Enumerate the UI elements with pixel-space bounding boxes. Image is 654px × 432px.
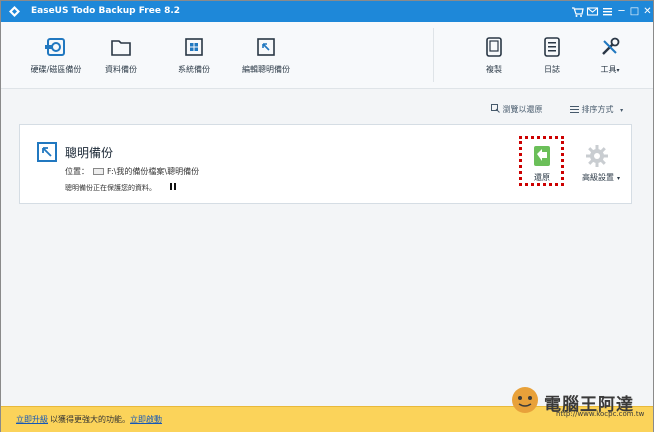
restore-icon[interactable] (530, 144, 554, 168)
toolbar-edit-smart-backup[interactable]: 編輯聰明備份 (236, 36, 296, 75)
chevron-down-icon: ▾ (617, 175, 621, 182)
windows-system-icon (185, 38, 203, 56)
disk-partition-backup-icon (45, 38, 65, 56)
upgrade-text: 以獲得更強大的功能。 (50, 415, 130, 424)
toolbar-label: 硬碟/磁區備份 (30, 65, 82, 74)
watermark-url: http://www.kocpc.com.tw (556, 410, 645, 418)
title-bar: EaseUS Todo Backup Free 8.2 ─ □ ✕ (1, 1, 653, 22)
menu-icon[interactable] (601, 5, 614, 18)
toolbar-tools[interactable]: 工具▾ (593, 36, 627, 75)
watermark-mascot-icon (512, 387, 538, 413)
activate-now-link[interactable]: 立即啟動 (130, 414, 162, 425)
sort-icon (570, 106, 579, 113)
toolbar-label: 工具▾ (600, 65, 620, 74)
toolbar-system-backup[interactable]: 系統備份 (169, 36, 219, 75)
cart-icon[interactable] (571, 5, 584, 18)
maximize-button[interactable]: □ (628, 5, 641, 18)
location-path: F:\我的備份檔案\聰明備份 (107, 167, 200, 176)
sort-label: 排序方式 (581, 105, 614, 114)
toolbar-data-backup[interactable]: 資料備份 (96, 36, 146, 75)
browse-to-restore-button[interactable]: 瀏覽以還原 (491, 104, 543, 115)
clone-icon (486, 37, 502, 57)
log-icon (544, 37, 560, 57)
backup-task-name: 聰明備份 (65, 146, 114, 160)
smart-backup-task-icon (37, 142, 57, 162)
upgrade-now-link[interactable]: 立即升級 (16, 414, 48, 425)
envelope-icon[interactable] (586, 5, 599, 18)
toolbar-label: 系統備份 (178, 65, 210, 74)
advanced-settings-button[interactable]: 高級設置 ▾ (582, 172, 620, 183)
toolbar-clone[interactable]: 複製 (477, 36, 511, 75)
toolbar-disk-partition-backup[interactable]: 硬碟/磁區備份 (21, 36, 91, 75)
backup-status-text: 聰明備份正在保護您的資料。 (65, 184, 156, 192)
main-toolbar: 硬碟/磁區備份 資料備份 系統備份 編輯聰明備份 複製 日誌 工具▾ (1, 22, 653, 89)
toolbar-divider (433, 28, 434, 82)
toolbar-label: 資料備份 (105, 65, 137, 74)
browse-label: 瀏覽以還原 (502, 105, 543, 114)
toolbar-label: 編輯聰明備份 (242, 65, 290, 74)
drive-icon (93, 168, 104, 175)
close-button[interactable]: ✕ (641, 5, 654, 18)
tools-icon (602, 37, 620, 55)
browse-icon (491, 104, 500, 113)
location-label: 位置： (65, 167, 89, 176)
folder-icon (111, 40, 131, 56)
window-title: EaseUS Todo Backup Free 8.2 (31, 6, 181, 16)
sort-by-dropdown[interactable]: 排序方式 ▾ (570, 104, 623, 115)
smart-backup-icon (257, 38, 275, 56)
chevron-down-icon: ▾ (616, 67, 620, 74)
chevron-down-icon: ▾ (620, 107, 624, 114)
backup-task-card[interactable]: 聰明備份 位置： F:\我的備份檔案\聰明備份 聰明備份正在保護您的資料。 還原… (19, 124, 632, 204)
toolbar-log[interactable]: 日誌 (535, 36, 569, 75)
pause-icon[interactable] (170, 183, 178, 191)
toolbar-label: 日誌 (544, 65, 560, 74)
minimize-button[interactable]: ─ (615, 5, 628, 18)
gear-icon[interactable] (586, 145, 608, 167)
app-logo-icon (9, 6, 20, 17)
toolbar-label: 複製 (486, 65, 502, 74)
restore-button[interactable]: 還原 (531, 172, 553, 183)
